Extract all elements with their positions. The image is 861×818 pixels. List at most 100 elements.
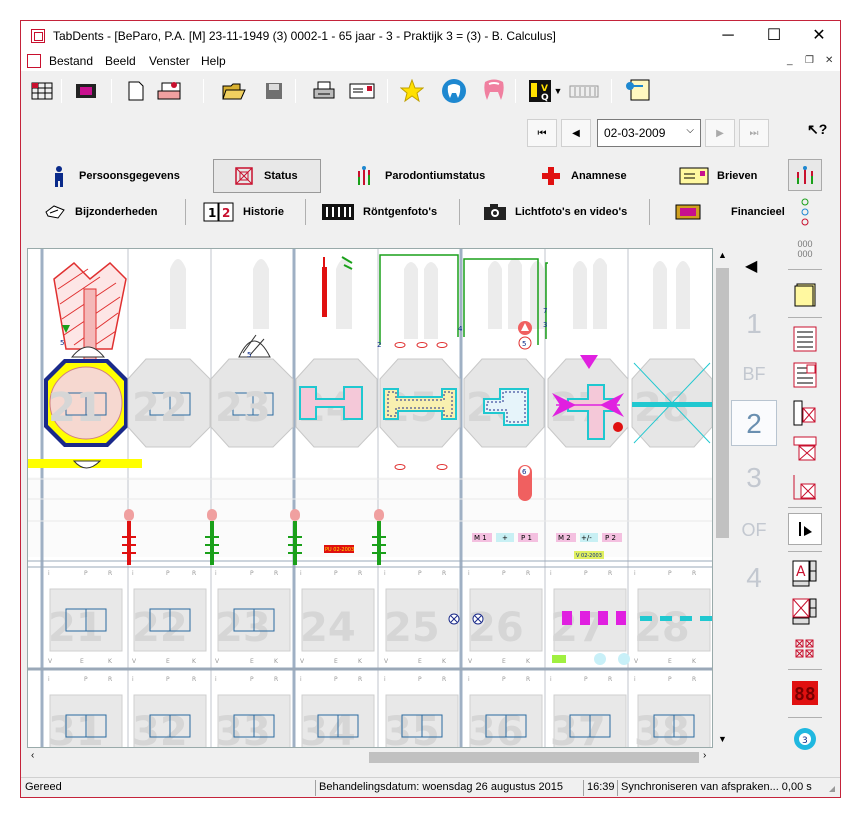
parodontium-view-icon[interactable] bbox=[788, 159, 822, 191]
svg-text:P: P bbox=[84, 570, 88, 577]
new-document-icon[interactable] bbox=[121, 77, 151, 105]
scroll-up-icon[interactable]: ▲ bbox=[718, 250, 727, 260]
tooth-pink-icon[interactable] bbox=[479, 77, 509, 105]
open-folder-icon[interactable] bbox=[219, 77, 249, 105]
last-record-button[interactable]: ⏭ bbox=[739, 119, 769, 147]
menu-beeld[interactable]: Beeld bbox=[105, 54, 136, 68]
tooth-number: 24 bbox=[300, 605, 356, 651]
sync-icon[interactable]: 3 bbox=[788, 723, 822, 755]
maximize-button[interactable]: ☐ bbox=[751, 21, 797, 51]
tab-lichtfotos[interactable]: Lichtfoto's en video's bbox=[483, 195, 647, 229]
vertical-scroll-thumb[interactable] bbox=[716, 268, 729, 538]
scroll-down-icon[interactable]: ▼ bbox=[718, 734, 727, 744]
xray-icon[interactable] bbox=[569, 77, 599, 105]
tab-financieel[interactable]: Financieel bbox=[675, 195, 785, 229]
four-teeth-icon[interactable] bbox=[788, 633, 822, 665]
menu-bar: Bestand Beeld Venster Help _ ❐ ✕ bbox=[21, 51, 840, 71]
grid-icon[interactable] bbox=[27, 77, 57, 105]
badge-6-label: 6 bbox=[522, 468, 527, 476]
tab-label: Lichtfoto's en video's bbox=[515, 206, 628, 218]
tab-status[interactable]: Status bbox=[213, 159, 321, 193]
menu-bestand[interactable]: Bestand bbox=[49, 54, 93, 68]
menu-help[interactable]: Help bbox=[201, 54, 226, 68]
tooth-adjust-icon[interactable] bbox=[788, 595, 822, 627]
minimize-button[interactable]: ─ bbox=[705, 21, 751, 51]
mdi-close-button[interactable]: ✕ bbox=[825, 55, 833, 66]
step-forward-icon[interactable] bbox=[788, 513, 822, 545]
film-icon[interactable] bbox=[71, 77, 101, 105]
svg-text:P: P bbox=[502, 676, 506, 683]
save-icon[interactable] bbox=[259, 77, 289, 105]
previous-record-button[interactable]: ◀ bbox=[561, 119, 591, 147]
tab-anamnese[interactable]: Anamnese bbox=[539, 159, 659, 193]
first-record-button[interactable]: ⏮ bbox=[527, 119, 557, 147]
svg-text:P: P bbox=[584, 676, 588, 683]
svg-text:R: R bbox=[692, 570, 696, 577]
tab-label: Status bbox=[264, 170, 298, 182]
tab-historie[interactable]: 12 Historie bbox=[203, 195, 303, 229]
tooth-number: 27 bbox=[550, 605, 606, 651]
horizontal-scroll-thumb[interactable] bbox=[369, 752, 699, 763]
dropdown-arrow-icon[interactable]: ▼ bbox=[551, 77, 565, 105]
svg-text:E: E bbox=[80, 658, 84, 665]
dots-view-icon[interactable] bbox=[788, 197, 822, 229]
list-view-icon[interactable] bbox=[788, 323, 822, 355]
svg-text:Q: Q bbox=[541, 93, 549, 103]
star-icon[interactable] bbox=[397, 77, 427, 105]
resize-grip-icon[interactable]: ◢ bbox=[829, 784, 835, 793]
mdi-doc-icon[interactable] bbox=[27, 54, 41, 68]
status-bar: Gereed Behandelingsdatum: woensdag 26 au… bbox=[21, 777, 840, 797]
history-icon: 12 bbox=[203, 201, 235, 223]
tab-persoonsgegevens[interactable]: Persoonsgegevens bbox=[47, 159, 207, 193]
tab-brieven[interactable]: Brieven bbox=[679, 159, 779, 193]
quadrant-1[interactable]: 1 bbox=[731, 308, 777, 340]
mdi-restore-button[interactable]: ❐ bbox=[805, 55, 814, 66]
tab-bijzonderheden[interactable]: Bijzonderheden bbox=[43, 195, 183, 229]
teeth-stack-icon[interactable] bbox=[155, 77, 185, 105]
chart-vertical-scrollbar[interactable]: ▲ ▼ bbox=[714, 248, 731, 748]
close-button[interactable]: ✕ bbox=[796, 21, 842, 51]
svg-text:R: R bbox=[608, 570, 612, 577]
tooth-single-icon[interactable] bbox=[788, 471, 822, 503]
text-adjust-icon[interactable]: A bbox=[788, 557, 822, 589]
hand-icon bbox=[43, 201, 67, 223]
numbers-view-icon[interactable]: 000 000 bbox=[788, 233, 822, 265]
context-help-icon[interactable]: ↖? bbox=[807, 121, 827, 138]
svg-text:E: E bbox=[334, 658, 338, 665]
scroll-left-icon[interactable]: ‹ bbox=[31, 750, 34, 761]
svg-text:R: R bbox=[192, 676, 196, 683]
svg-text:R: R bbox=[442, 676, 446, 683]
quadrant-bf[interactable]: BF bbox=[731, 364, 777, 385]
mdi-minimize-button[interactable]: _ bbox=[787, 55, 793, 66]
tab-parodontiumstatus[interactable]: Parodontiumstatus bbox=[353, 159, 513, 193]
quadrant-2[interactable]: 2 bbox=[731, 400, 777, 446]
app-icon bbox=[31, 29, 45, 43]
envelope-icon[interactable] bbox=[347, 77, 377, 105]
tab-rontgenfotos[interactable]: Röntgenfoto's bbox=[321, 195, 457, 229]
money-icon bbox=[675, 201, 701, 223]
svg-text:P: P bbox=[502, 570, 506, 577]
tooth-blue-icon[interactable] bbox=[439, 77, 469, 105]
notes-icon[interactable] bbox=[788, 279, 822, 311]
dental-chart[interactable]: 5 5 2 4 7 3 5 6 21 22 23 28 PU 02-2003 M… bbox=[27, 248, 713, 748]
quadrant-3[interactable]: 3 bbox=[731, 462, 777, 494]
tooth-list-icon[interactable] bbox=[788, 397, 822, 429]
date-select[interactable]: 02-03-2009 ⌵ bbox=[597, 119, 701, 147]
scroll-right-icon[interactable]: › bbox=[703, 750, 706, 761]
quadrant-of[interactable]: OF bbox=[731, 520, 777, 541]
list-tooth-icon[interactable] bbox=[788, 359, 822, 391]
collapse-arrow-icon[interactable]: ◀ bbox=[745, 256, 757, 276]
svg-text:88: 88 bbox=[794, 684, 816, 705]
chart-grid bbox=[28, 249, 712, 747]
digital-display-icon[interactable]: 88 bbox=[788, 677, 822, 709]
key-icon[interactable] bbox=[621, 77, 651, 105]
tab-label: Financieel bbox=[731, 206, 785, 218]
next-record-button[interactable]: ▶ bbox=[705, 119, 735, 147]
svg-text:R: R bbox=[442, 570, 446, 577]
print-icon[interactable] bbox=[309, 77, 339, 105]
quadrant-4[interactable]: 4 bbox=[731, 562, 777, 594]
tooth-detail-icon[interactable] bbox=[788, 433, 822, 465]
tab-label: Historie bbox=[243, 206, 284, 218]
chart-horizontal-scrollbar[interactable]: ‹ › bbox=[27, 749, 713, 766]
menu-venster[interactable]: Venster bbox=[149, 54, 190, 68]
